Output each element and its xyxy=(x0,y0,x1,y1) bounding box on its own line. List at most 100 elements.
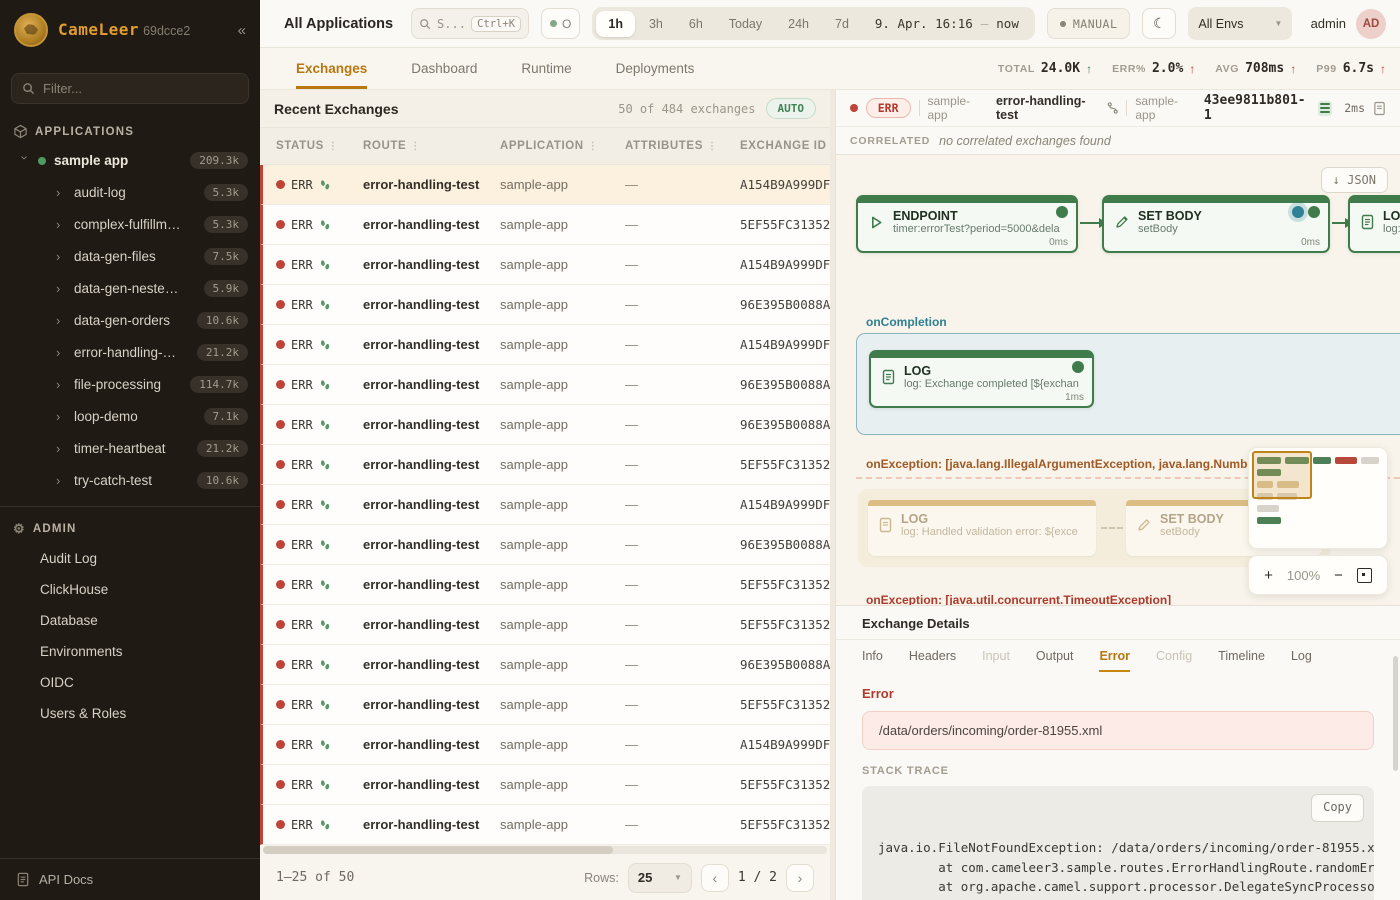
flow-node-endpoint[interactable]: ENDPOINT timer:errorTest?period=5000&del… xyxy=(856,195,1078,253)
table-row[interactable]: ERR error-handling-test sample-app — 5EF… xyxy=(260,565,830,605)
document-icon[interactable] xyxy=(1373,101,1386,116)
date-to: now xyxy=(996,16,1019,31)
detail-tab[interactable]: Config xyxy=(1156,649,1192,672)
admin-item[interactable]: ClickHouse xyxy=(0,574,260,605)
table-row[interactable]: ERR error-handling-test sample-app — A15… xyxy=(260,725,830,765)
horizontal-scrollbar[interactable] xyxy=(260,845,830,855)
flow-node-oncompletion-log[interactable]: LOG log: Exchange completed [${exchan 1m… xyxy=(869,350,1094,408)
detail-route-name[interactable]: error-handling-test xyxy=(996,94,1118,122)
manual-refresh-button[interactable]: MANUAL xyxy=(1047,8,1131,39)
environment-select[interactable]: All Envs ▼ xyxy=(1188,7,1292,40)
sidebar-route-item[interactable]: › timer-heartbeat 21.2k xyxy=(0,432,260,464)
main-tab[interactable]: Exchanges xyxy=(296,48,367,89)
search-input[interactable]: S... Ctrl+K xyxy=(411,8,529,39)
table-row[interactable]: ERR error-handling-test sample-app — 96E… xyxy=(260,405,830,445)
table-row[interactable]: ERR error-handling-test sample-app — 5EF… xyxy=(260,685,830,725)
fit-view-button[interactable] xyxy=(1357,568,1372,583)
table-row[interactable]: ERR error-handling-test sample-app — 5EF… xyxy=(260,605,830,645)
sidebar-route-item[interactable]: › data-gen-files 7.5k xyxy=(0,240,260,272)
route-count-badge: 21.2k xyxy=(197,344,248,361)
admin-item[interactable]: Environments xyxy=(0,636,260,667)
flow-node-exception-log[interactable]: LOG log: Handled validation error: ${exc… xyxy=(868,500,1096,556)
sidebar-collapse-icon[interactable]: « xyxy=(238,22,246,39)
time-range-pill[interactable]: Today xyxy=(717,11,774,37)
detail-tab[interactable]: Timeline xyxy=(1218,649,1265,672)
table-row[interactable]: ERR error-handling-test sample-app — A15… xyxy=(260,245,830,285)
avatar[interactable]: AD xyxy=(1356,9,1386,39)
column-route[interactable]: ROUTE⋮ xyxy=(363,140,500,152)
dark-mode-toggle[interactable]: ☾ xyxy=(1142,8,1176,39)
main-tab[interactable]: Dashboard xyxy=(411,48,477,89)
node-duration: 1ms xyxy=(1065,392,1084,403)
sidebar-app-sample-app[interactable]: › sample app 209.3k xyxy=(0,145,260,176)
table-row[interactable]: ERR error-handling-test sample-app — 5EF… xyxy=(260,205,830,245)
column-exchange-id[interactable]: EXCHANGE ID xyxy=(740,140,830,152)
sidebar-route-item[interactable]: › data-gen-orders 10.6k xyxy=(0,304,260,336)
time-range-pill[interactable]: 3h xyxy=(637,11,675,37)
sidebar-route-item[interactable]: › try-catch-test 10.6k xyxy=(0,464,260,496)
route-flow-canvas[interactable]: ↓ JSON ENDPOINT timer:errorTest?period=5… xyxy=(836,154,1400,605)
time-range-pill[interactable]: 7d xyxy=(823,11,861,37)
sidebar-route-item[interactable]: › audit-log 5.3k xyxy=(0,176,260,208)
rows-per-page-select[interactable]: 25 ▼ xyxy=(628,863,692,893)
database-icon[interactable] xyxy=(1318,101,1333,116)
table-row[interactable]: ERR error-handling-test sample-app — 5EF… xyxy=(260,445,830,485)
copy-button[interactable]: Copy xyxy=(1311,794,1364,822)
detail-tabs: Info Headers Input Output Error Config xyxy=(836,640,1400,672)
table-row[interactable]: ERR error-handling-test sample-app — 96E… xyxy=(260,365,830,405)
status-cell: ERR xyxy=(276,658,363,672)
zoom-out-button[interactable]: − xyxy=(1334,568,1343,583)
column-application[interactable]: APPLICATION⋮ xyxy=(500,140,625,152)
sidebar-route-item[interactable]: › loop-demo 7.1k xyxy=(0,400,260,432)
table-row[interactable]: ERR error-handling-test sample-app — 96E… xyxy=(260,285,830,325)
table-row[interactable]: ERR error-handling-test sample-app — A15… xyxy=(260,165,830,205)
minimap-viewport[interactable] xyxy=(1252,451,1312,499)
scrollbar-thumb[interactable] xyxy=(263,846,613,854)
time-range-pill[interactable]: 6h xyxy=(677,11,715,37)
flow-minimap[interactable] xyxy=(1248,447,1388,549)
flow-node-log[interactable]: LOG log: Sta xyxy=(1348,195,1400,253)
time-range-pill[interactable]: 24h xyxy=(776,11,821,37)
detail-tab[interactable]: Info xyxy=(862,649,883,672)
main-tabs-row: Exchanges Dashboard Runtime Deployments … xyxy=(260,48,1400,90)
download-json-button[interactable]: ↓ JSON xyxy=(1321,167,1388,193)
sidebar-route-item[interactable]: › file-processing 114.7k xyxy=(0,368,260,400)
column-attributes[interactable]: ATTRIBUTES⋮ xyxy=(625,140,740,152)
sidebar-route-item[interactable]: › data-gen-neste… 5.9k xyxy=(0,272,260,304)
time-range-pill[interactable]: 1h xyxy=(596,11,635,37)
detail-tab[interactable]: Error xyxy=(1099,649,1130,672)
table-row[interactable]: ERR error-handling-test sample-app — A15… xyxy=(260,325,830,365)
filter-input[interactable]: Filter... xyxy=(11,73,249,104)
detail-tab[interactable]: Input xyxy=(982,649,1010,672)
prev-page-button[interactable]: ‹ xyxy=(701,864,729,892)
table-row[interactable]: ERR error-handling-test sample-app — 96E… xyxy=(260,525,830,565)
sidebar-route-item[interactable]: › complex-fulfillm… 5.3k xyxy=(0,208,260,240)
admin-item[interactable]: Database xyxy=(0,605,260,636)
admin-item[interactable]: Users & Roles xyxy=(0,698,260,729)
admin-item[interactable]: Audit Log xyxy=(0,543,260,574)
date-range[interactable]: 9. Apr. 16:16 – now xyxy=(863,16,1031,31)
column-status[interactable]: STATUS⋮ xyxy=(276,140,363,152)
route-cell: error-handling-test xyxy=(363,497,500,512)
next-page-button[interactable]: › xyxy=(786,864,814,892)
table-row[interactable]: ERR error-handling-test sample-app — 5EF… xyxy=(260,805,830,845)
api-docs-link[interactable]: API Docs xyxy=(0,858,260,900)
detail-tab[interactable]: Log xyxy=(1291,649,1312,672)
vertical-scrollbar-thumb[interactable] xyxy=(1393,656,1398,771)
table-row[interactable]: ERR error-handling-test sample-app — A15… xyxy=(260,485,830,525)
flow-node-setbody[interactable]: SET BODY setBody 0ms xyxy=(1102,195,1330,253)
table-row[interactable]: ERR error-handling-test sample-app — 96E… xyxy=(260,645,830,685)
live-status-button[interactable]: O xyxy=(541,8,580,39)
sidebar-route-item[interactable]: › error-handling-… 21.2k xyxy=(0,336,260,368)
detail-tab[interactable]: Headers xyxy=(909,649,956,672)
table-title: Recent Exchanges xyxy=(274,101,399,117)
zoom-in-button[interactable]: + xyxy=(1264,568,1273,583)
detail-tab[interactable]: Output xyxy=(1036,649,1074,672)
admin-item[interactable]: OIDC xyxy=(0,667,260,698)
route-cell: error-handling-test xyxy=(363,657,500,672)
table-row[interactable]: ERR error-handling-test sample-app — 5EF… xyxy=(260,765,830,805)
footprints-icon xyxy=(319,819,331,831)
auto-refresh-badge[interactable]: AUTO xyxy=(766,98,817,119)
main-tab[interactable]: Runtime xyxy=(521,48,571,89)
main-tab[interactable]: Deployments xyxy=(616,48,695,89)
